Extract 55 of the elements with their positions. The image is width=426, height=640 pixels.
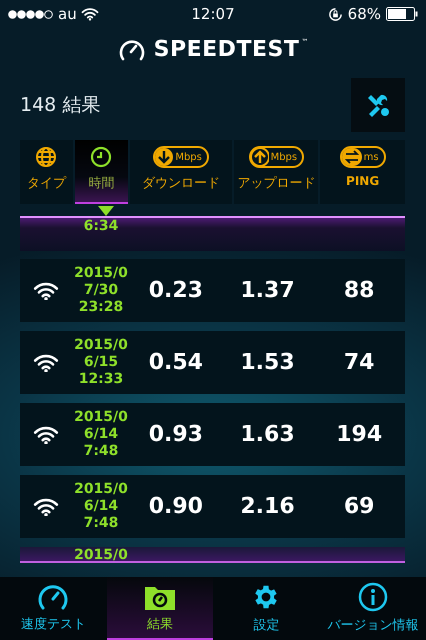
result-row[interactable]: 2015/0 6/14 7:48 0.90 2.16 69 [20, 475, 405, 538]
upload-speed: 1.53 [239, 350, 296, 375]
sort-arrow-icon [98, 206, 114, 216]
sort-column-tab[interactable]: 時間 [74, 140, 128, 204]
download-speed: 0.54 [148, 350, 204, 375]
test-date: 2015/0 6/14 7:48 [73, 481, 129, 532]
test-date: 6:34 [82, 218, 120, 235]
ping-value: 74 [342, 350, 376, 375]
wifi-icon [33, 352, 59, 372]
sort-column-tab[interactable]: ms PING [320, 140, 406, 204]
info-icon [358, 582, 388, 612]
test-date: 2015/0 [73, 547, 129, 561]
tools-button[interactable] [351, 78, 405, 132]
ping-unit-icon: ms [340, 146, 386, 168]
ping-value: 194 [335, 422, 384, 447]
ping-value: 88 [342, 278, 376, 303]
test-date: 2015/0 6/14 7:48 [73, 409, 129, 460]
upload-unit-icon: Mbps [248, 146, 304, 168]
signal-icon [8, 10, 54, 18]
carrier-name: au [58, 5, 77, 23]
nav-tab[interactable]: 設定 [213, 577, 320, 640]
sort-column-tab[interactable]: タイプ [20, 140, 73, 204]
upload-speed: 2.16 [239, 494, 296, 519]
nav-tab[interactable]: 結果 [106, 577, 213, 640]
app-logo-text: SPEEDTEST [154, 36, 300, 62]
test-date: 2015/0 7/30 23:28 [73, 265, 129, 316]
download-speed: 0.93 [148, 422, 204, 447]
upload-speed: 1.63 [239, 422, 296, 447]
nav-tab[interactable]: 速度テスト [0, 577, 106, 640]
rotation-lock-icon [328, 6, 343, 22]
ping-value: 69 [342, 494, 376, 519]
result-row[interactable]: 2015/0 6/14 7:48 0.93 1.63 194 [20, 403, 405, 466]
clock-icon [90, 146, 112, 168]
sort-column-tab[interactable]: Mbps アップロード [234, 140, 318, 204]
upload-speed: 1.37 [239, 278, 296, 303]
wifi-icon [33, 496, 59, 516]
battery-icon [386, 7, 418, 21]
sort-column-tab[interactable]: Mbps ダウンロード [130, 140, 232, 204]
wifi-icon [33, 280, 59, 300]
status-time: 12:07 [191, 5, 235, 23]
result-row[interactable]: 6:34 [20, 216, 405, 251]
result-count: 148 結果 [20, 93, 100, 118]
globe-icon [35, 146, 58, 168]
download-speed: 0.90 [148, 494, 204, 519]
result-row[interactable]: 2015/0 [20, 547, 405, 563]
wifi-icon [33, 424, 59, 444]
test-date: 2015/0 6/15 12:33 [73, 337, 129, 388]
wifi-icon [80, 7, 99, 21]
result-row[interactable]: 2015/0 6/15 12:33 0.54 1.53 74 [20, 331, 405, 394]
result-row[interactable]: 2015/0 7/30 23:28 0.23 1.37 88 [20, 259, 405, 322]
gauge-icon [37, 582, 70, 610]
download-unit-icon: Mbps [153, 146, 209, 168]
battery-percent: 68% [348, 5, 382, 23]
nav-tab[interactable]: バージョン情報 [320, 577, 426, 640]
download-speed: 0.23 [148, 278, 204, 303]
